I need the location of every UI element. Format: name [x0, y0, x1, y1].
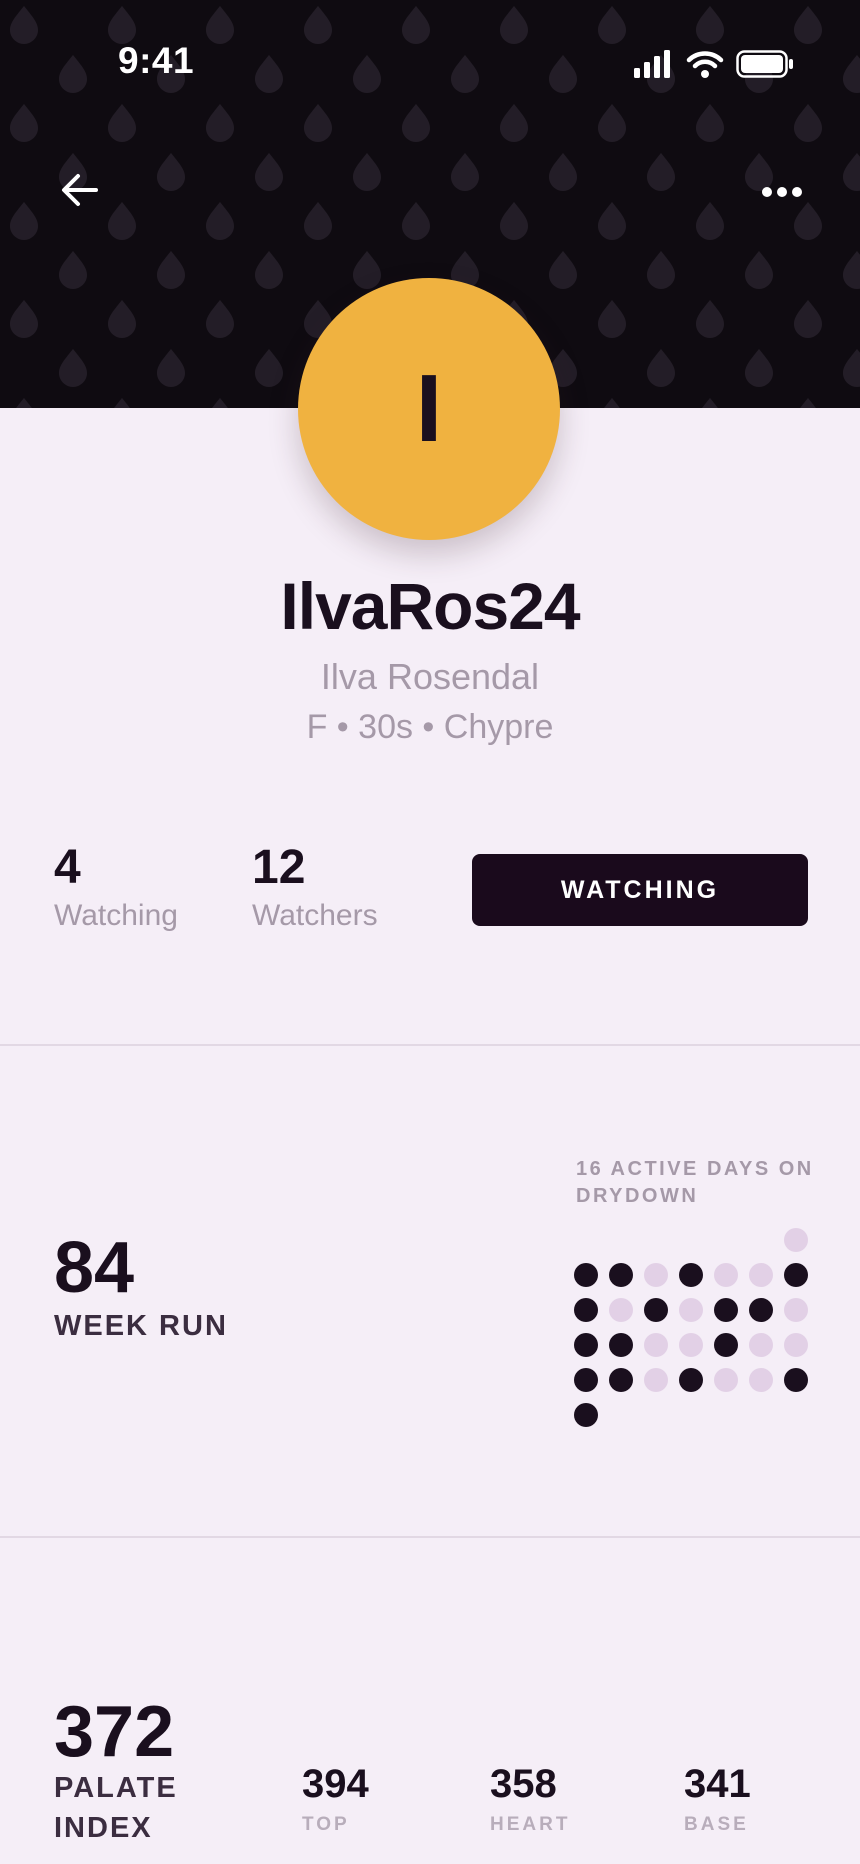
activity-dot-active — [574, 1403, 598, 1427]
arrow-left-icon — [62, 174, 98, 206]
activity-dot-active — [609, 1333, 633, 1357]
heart-note-value: 358 — [490, 1762, 557, 1806]
status-time: 9:41 — [118, 40, 195, 81]
watching-label: Watching — [54, 899, 178, 932]
activity-dot-inactive — [749, 1368, 773, 1392]
battery-icon — [736, 50, 793, 78]
heart-note-label: HEART — [490, 1814, 571, 1835]
watchers-stat[interactable]: 12 Watchers — [252, 840, 378, 936]
activity-dot-inactive — [679, 1333, 703, 1357]
watchers-count: 12 — [252, 841, 306, 894]
activity-dot-active — [714, 1333, 738, 1357]
activity-dot-inactive — [679, 1298, 703, 1322]
base-note-value: 341 — [684, 1762, 751, 1806]
activity-dot-active — [574, 1333, 598, 1357]
activity-dot-inactive — [749, 1263, 773, 1287]
back-button[interactable] — [56, 166, 104, 214]
wifi-icon — [686, 51, 724, 78]
full-name: Ilva Rosendal — [320, 656, 540, 697]
activity-dot-active — [784, 1368, 808, 1392]
avatar: I — [298, 278, 560, 540]
activity-dot-inactive — [714, 1263, 738, 1287]
more-options-button[interactable] — [758, 172, 806, 212]
activity-dot-active — [574, 1368, 598, 1392]
active-days-label: 16 ACTIVE DAYS ON DRYDOWN — [576, 1158, 814, 1207]
activity-dot-active — [574, 1298, 598, 1322]
username: IlvaRos24 — [280, 569, 580, 643]
activity-dot-inactive — [644, 1333, 668, 1357]
activity-dot-inactive — [784, 1333, 808, 1357]
activity-dot-active — [644, 1298, 668, 1322]
palate-index-label: PALATE INDEX — [54, 1772, 178, 1844]
watchers-label: Watchers — [252, 899, 378, 932]
activity-dot-inactive — [784, 1298, 808, 1322]
activity-dot-inactive — [784, 1228, 808, 1252]
activity-dot-active — [714, 1298, 738, 1322]
activity-dot-inactive — [714, 1368, 738, 1392]
activity-dot-inactive — [749, 1333, 773, 1357]
activity-dot-active — [609, 1263, 633, 1287]
activity-dot-active — [679, 1368, 703, 1392]
base-note-stat: 341 BASE — [684, 1760, 751, 1842]
week-run-value: 84 — [54, 1228, 135, 1308]
top-note-value: 394 — [302, 1762, 369, 1806]
week-run-label: WEEK RUN — [54, 1310, 228, 1342]
watching-toggle-button[interactable]: WATCHING — [472, 854, 808, 926]
heart-note-stat: 358 HEART — [490, 1760, 570, 1842]
activity-dot-active — [609, 1368, 633, 1392]
top-note-stat: 394 TOP — [302, 1760, 369, 1842]
status-bar: 9:41 — [0, 0, 860, 130]
cellular-signal-icon — [634, 50, 670, 78]
profile-meta: F • 30s • Chypre — [306, 708, 554, 746]
activity-dot-inactive — [644, 1368, 668, 1392]
activity-dot-active — [679, 1263, 703, 1287]
activity-dot-inactive — [609, 1298, 633, 1322]
activity-dot-active — [784, 1263, 808, 1287]
activity-dot-inactive — [644, 1263, 668, 1287]
watching-stat[interactable]: 4 Watching — [54, 840, 178, 936]
section-divider — [0, 1044, 860, 1046]
palate-index-value: 372 — [54, 1692, 175, 1772]
base-note-label: BASE — [684, 1814, 749, 1835]
top-note-label: TOP — [302, 1814, 350, 1835]
watching-count: 4 — [54, 841, 81, 894]
section-divider — [0, 1536, 860, 1538]
activity-dot-active — [574, 1263, 598, 1287]
activity-dot-active — [749, 1298, 773, 1322]
more-horizontal-icon — [762, 187, 802, 197]
